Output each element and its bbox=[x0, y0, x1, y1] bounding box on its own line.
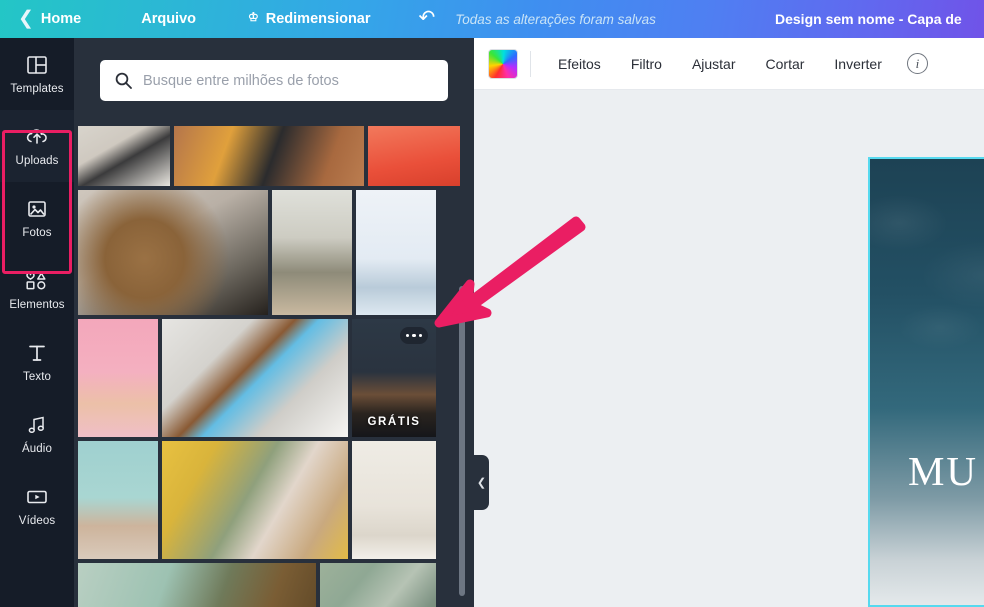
tool-inverter[interactable]: Inverter bbox=[819, 56, 896, 72]
templates-icon bbox=[26, 53, 48, 77]
tool-cortar[interactable]: Cortar bbox=[751, 56, 820, 72]
info-icon[interactable]: i bbox=[906, 53, 928, 74]
photo-hands-on-blanket[interactable] bbox=[78, 126, 170, 186]
selected-design-element[interactable]: A MU bbox=[868, 157, 984, 607]
design-headline-text: MU bbox=[907, 448, 979, 494]
photo-nut-cake-slices[interactable] bbox=[78, 190, 268, 315]
photo-cupcakes-on-pink[interactable] bbox=[78, 319, 158, 437]
sidebar-item-videos[interactable]: Vídeos bbox=[0, 470, 74, 542]
more-options-icon[interactable] bbox=[400, 327, 428, 344]
tool-ajustar[interactable]: Ajustar bbox=[677, 56, 751, 72]
undo-button[interactable]: ↶ bbox=[417, 0, 456, 38]
panel-scrollbar[interactable] bbox=[459, 286, 465, 596]
photo-grid: GRÁTIS bbox=[74, 38, 474, 607]
design-canvas[interactable]: A MU bbox=[474, 90, 984, 607]
top-bar: ❮ Home Arquivo ♔ Redimensionar ↶ Todas a… bbox=[0, 0, 984, 38]
arquivo-label: Arquivo bbox=[141, 11, 196, 27]
menu-arquivo[interactable]: Arquivo bbox=[139, 0, 198, 38]
sidebar-item-label: Vídeos bbox=[18, 515, 56, 527]
shapes-icon bbox=[24, 269, 50, 293]
design-title[interactable]: Design sem nome - Capa de bbox=[775, 0, 962, 38]
photos-panel: GRÁTIS bbox=[74, 38, 474, 607]
collapse-panel-button[interactable]: ❮ bbox=[474, 455, 489, 510]
photo-succulent-plants[interactable] bbox=[320, 563, 436, 607]
tool-filtro[interactable]: Filtro bbox=[616, 56, 677, 72]
free-badge: GRÁTIS bbox=[367, 416, 421, 428]
photo-sunlit-interior-window[interactable] bbox=[162, 319, 348, 437]
photo-people-in-aprons[interactable] bbox=[174, 126, 364, 186]
video-play-icon bbox=[25, 485, 49, 509]
sidebar-item-label: Templates bbox=[10, 83, 64, 95]
sidebar-item-label: Fotos bbox=[22, 227, 52, 239]
sidebar-item-label: Elementos bbox=[9, 299, 65, 311]
toolbar-divider bbox=[530, 50, 531, 77]
sidebar-item-templates[interactable]: Templates bbox=[0, 38, 74, 110]
search-icon bbox=[114, 71, 133, 90]
canva-editor-window: ❮ Home Arquivo ♔ Redimensionar ↶ Todas a… bbox=[0, 0, 984, 607]
search-input[interactable] bbox=[143, 72, 423, 89]
cloud-texture bbox=[870, 159, 984, 449]
upload-cloud-icon bbox=[25, 125, 49, 149]
sidebar-item-texto[interactable]: Texto bbox=[0, 326, 74, 398]
photo-woman-in-kitchen[interactable] bbox=[272, 190, 352, 315]
search-bar[interactable] bbox=[100, 60, 448, 101]
photo-snowy-winter-forest[interactable] bbox=[356, 190, 436, 315]
crown-icon: ♔ bbox=[248, 10, 259, 24]
photo-dark-building-dusk[interactable]: GRÁTIS bbox=[352, 319, 436, 437]
photo-teal-dress-legs[interactable] bbox=[78, 441, 158, 559]
redimensionar-label: Redimensionar bbox=[265, 11, 371, 27]
menu-redimensionar[interactable]: ♔ Redimensionar bbox=[246, 0, 373, 38]
sidebar-item-fotos[interactable]: Fotos bbox=[0, 182, 74, 254]
sidebar-item-label: Áudio bbox=[22, 443, 52, 455]
color-swatch[interactable] bbox=[488, 48, 518, 79]
image-toolbar: Efeitos Filtro Ajustar Cortar Inverter i bbox=[474, 38, 984, 90]
chevron-left-icon: ❮ bbox=[476, 477, 487, 489]
photo-woman-at-market[interactable] bbox=[162, 441, 348, 559]
sidebar-item-audio[interactable]: Áudio bbox=[0, 398, 74, 470]
undo-arrow-icon: ↶ bbox=[418, 7, 436, 29]
tool-efeitos[interactable]: Efeitos bbox=[543, 56, 616, 72]
left-sidebar: Templates Uploads Fotos Elementos Texto … bbox=[0, 38, 74, 607]
photo-red-gradient[interactable] bbox=[368, 126, 460, 186]
back-button[interactable]: ❮ Home bbox=[16, 0, 135, 38]
sidebar-item-elementos[interactable]: Elementos bbox=[0, 254, 74, 326]
sidebar-item-label: Texto bbox=[23, 371, 51, 383]
text-t-icon bbox=[26, 341, 48, 365]
photo-sea-waves-and-rock[interactable] bbox=[78, 563, 316, 607]
sidebar-item-uploads[interactable]: Uploads bbox=[0, 110, 74, 182]
chevron-left-icon: ❮ bbox=[18, 7, 34, 29]
home-label: Home bbox=[40, 11, 82, 27]
music-note-icon bbox=[26, 413, 48, 437]
photo-vase-with-pampas[interactable] bbox=[352, 441, 436, 559]
sidebar-item-label: Uploads bbox=[15, 155, 59, 167]
photo-icon bbox=[26, 197, 48, 221]
save-status-text: Todas as alterações foram salvas bbox=[455, 11, 656, 27]
